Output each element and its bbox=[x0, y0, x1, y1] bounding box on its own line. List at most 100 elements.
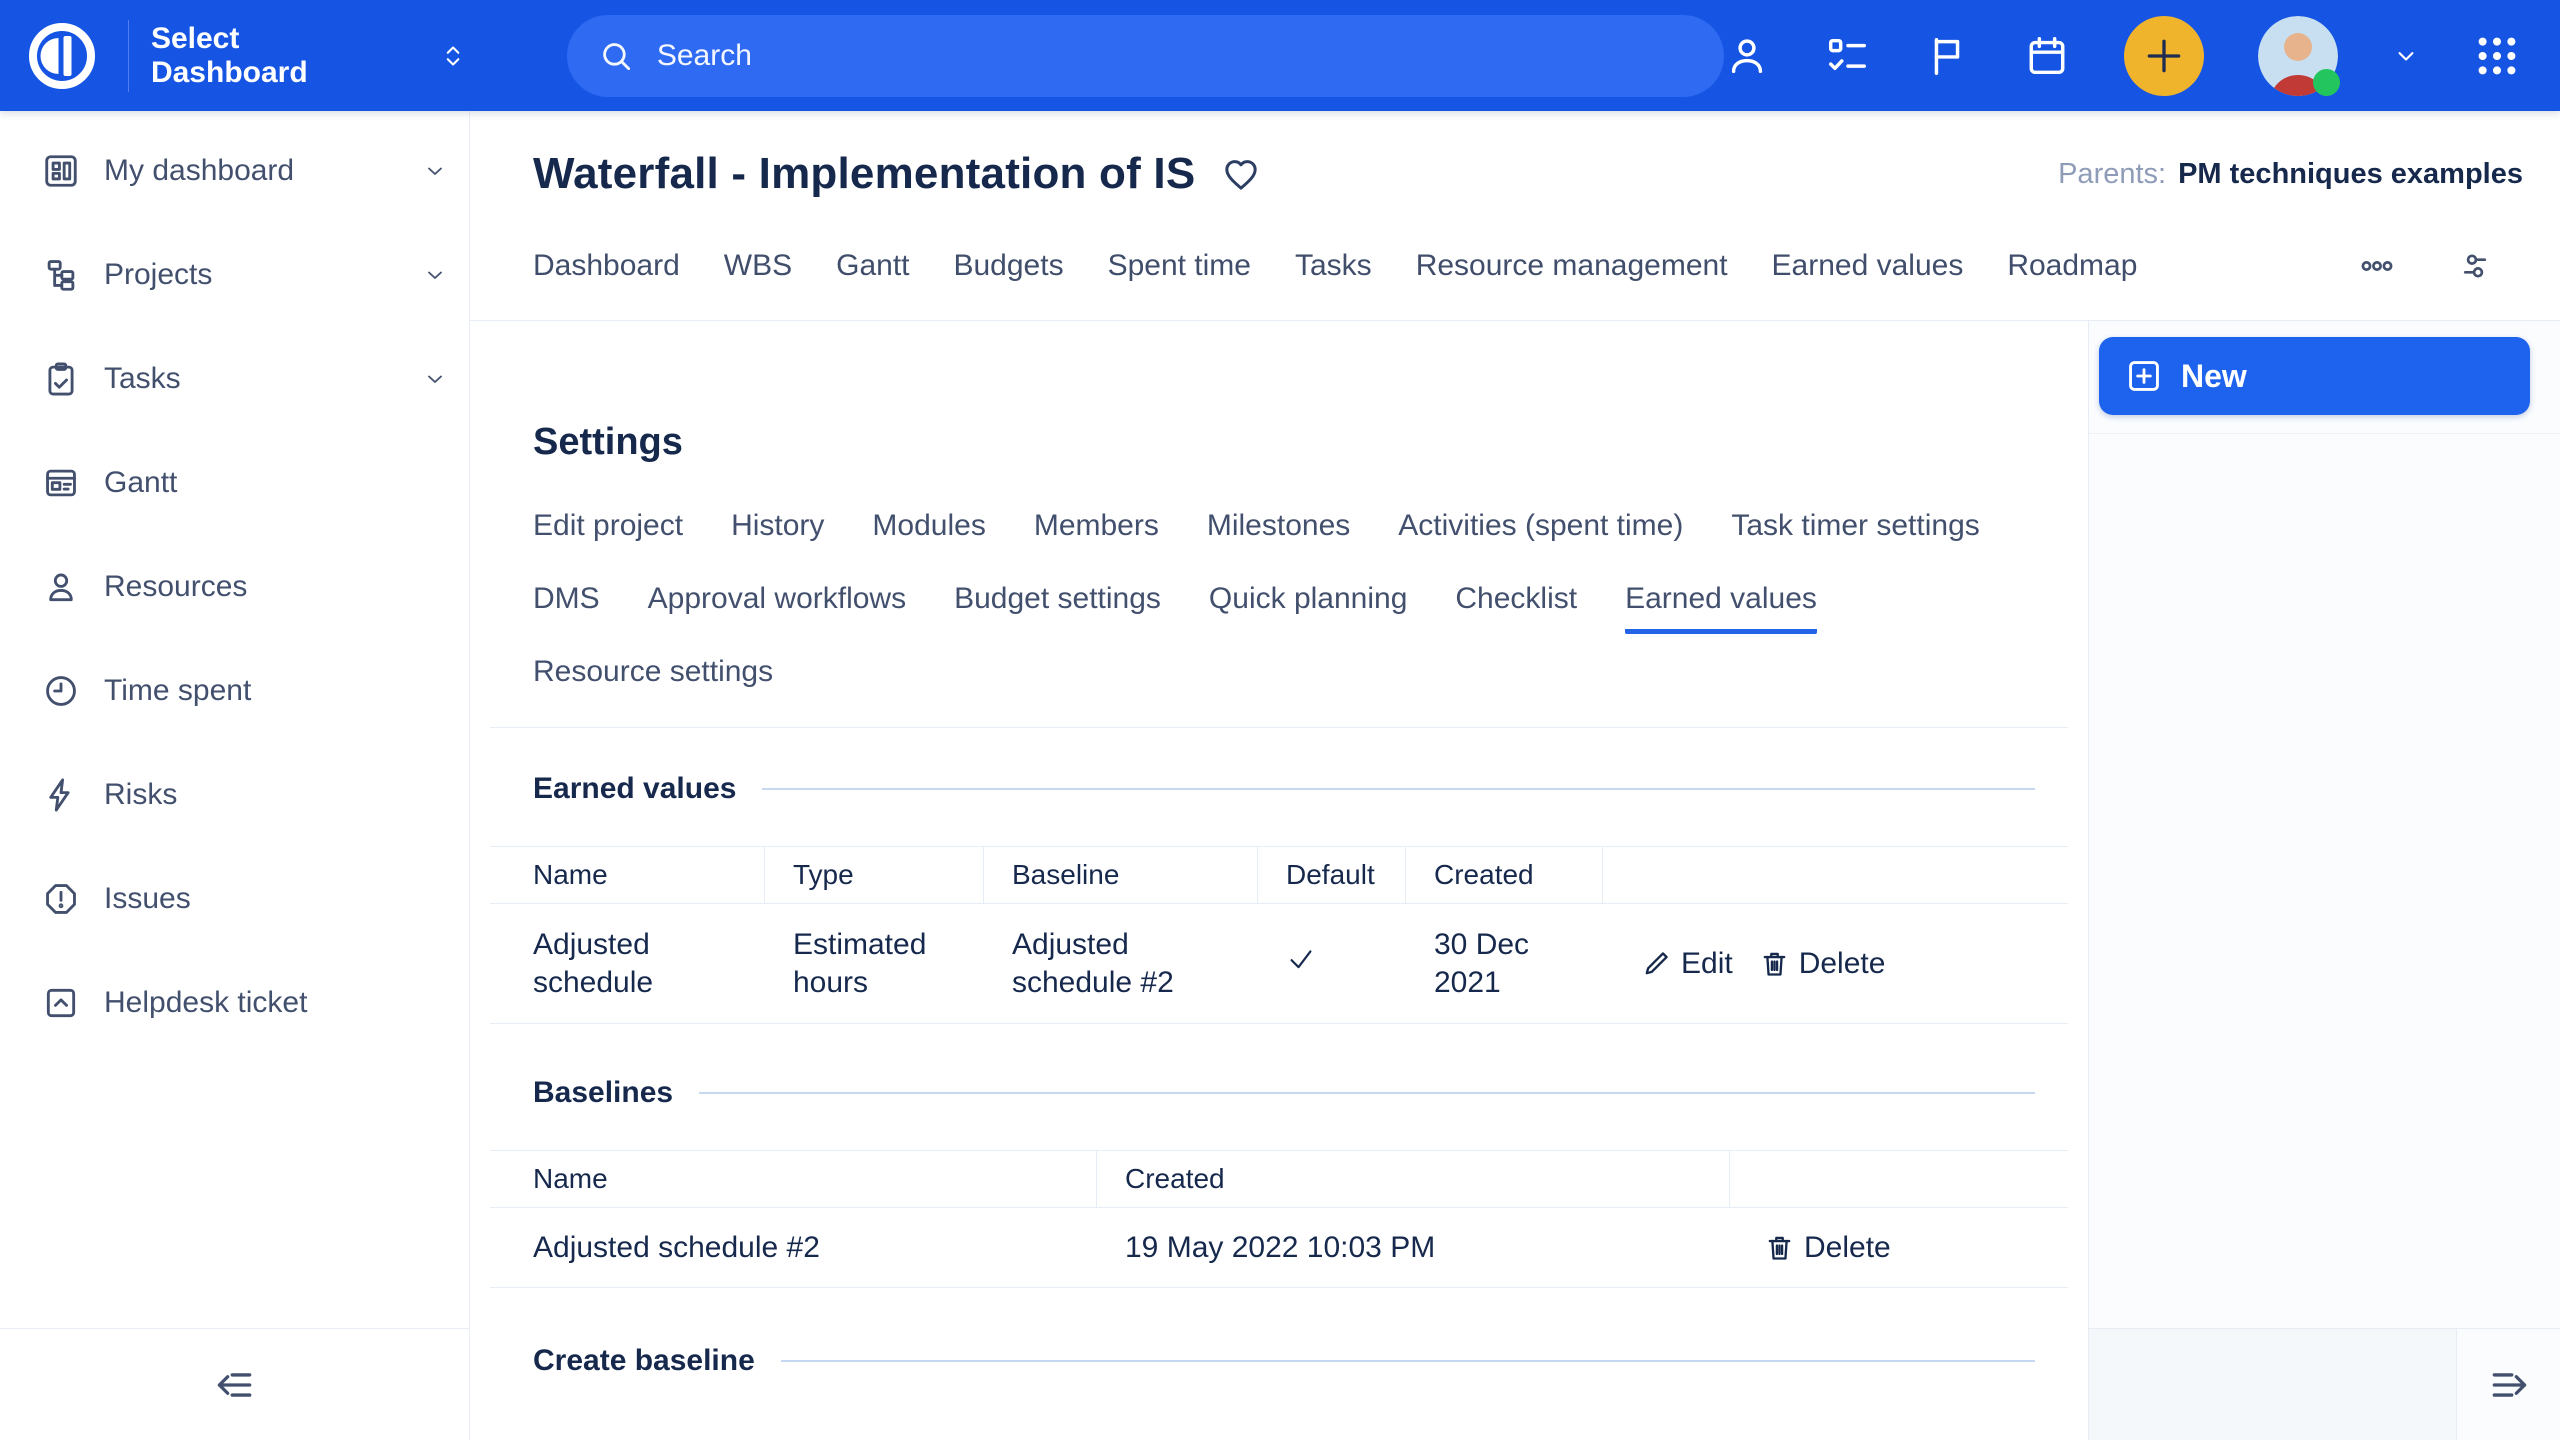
projects-tree-icon bbox=[42, 256, 80, 294]
tab-resource-management[interactable]: Resource management bbox=[1416, 249, 1728, 283]
app-logo-icon[interactable] bbox=[22, 16, 102, 96]
create-baseline-section-heading: Create baseline bbox=[533, 1344, 2035, 1378]
settings-link-milestones[interactable]: Milestones bbox=[1207, 508, 1350, 561]
divider bbox=[490, 727, 2068, 728]
sidebar-item-resources[interactable]: Resources bbox=[0, 535, 469, 639]
page-title: Waterfall - Implementation of IS bbox=[533, 149, 1195, 199]
column-header-default: Default bbox=[1258, 847, 1406, 903]
apps-grid-icon[interactable] bbox=[2474, 33, 2520, 79]
table-row: Adjusted schedule #2 19 May 2022 10:03 P… bbox=[490, 1208, 2068, 1288]
sidebar-item-issues[interactable]: Issues bbox=[0, 847, 469, 951]
ev-name-cell: Adjusted schedule bbox=[490, 912, 765, 1016]
delete-button[interactable]: Delete bbox=[1759, 945, 1886, 983]
settings-link-edit-project[interactable]: Edit project bbox=[533, 508, 683, 561]
settings-link-modules[interactable]: Modules bbox=[872, 508, 985, 561]
earned-values-section-heading: Earned values bbox=[533, 772, 2035, 806]
settings-link-members[interactable]: Members bbox=[1034, 508, 1159, 561]
trash-icon bbox=[1759, 948, 1790, 979]
clock-icon bbox=[42, 672, 80, 710]
settings-link-checklist[interactable]: Checklist bbox=[1455, 581, 1577, 634]
settings-nav: Edit project History Modules Members Mil… bbox=[533, 508, 2025, 707]
edit-button[interactable]: Edit bbox=[1641, 945, 1733, 983]
tab-earned-values[interactable]: Earned values bbox=[1772, 249, 1964, 283]
tab-spent-time[interactable]: Spent time bbox=[1108, 249, 1251, 283]
topbar-separator bbox=[128, 20, 129, 92]
profile-icon[interactable] bbox=[1724, 33, 1770, 79]
heading-rule bbox=[762, 788, 2035, 790]
sidebar-item-gantt[interactable]: Gantt bbox=[0, 431, 469, 535]
column-header-actions bbox=[1730, 1151, 2068, 1207]
ev-created-cell: 30 Dec 2021 bbox=[1406, 912, 1603, 1016]
baselines-section-heading: Baselines bbox=[533, 1076, 2035, 1110]
ev-baseline-cell: Adjusted schedule #2 bbox=[984, 912, 1258, 1016]
settings-link-resource-settings[interactable]: Resource settings bbox=[533, 654, 773, 707]
sidebar-item-risks[interactable]: Risks bbox=[0, 743, 469, 847]
plus-square-icon bbox=[2125, 357, 2163, 395]
ev-default-cell bbox=[1258, 930, 1406, 998]
baselines-table: Name Created Adjusted schedule #2 19 May… bbox=[490, 1150, 2068, 1288]
settings-link-quick-planning[interactable]: Quick planning bbox=[1209, 581, 1407, 634]
plus-icon bbox=[2142, 34, 2186, 78]
tab-tasks[interactable]: Tasks bbox=[1295, 249, 1372, 283]
calendar-icon[interactable] bbox=[2024, 33, 2070, 79]
settings-link-budget-settings[interactable]: Budget settings bbox=[954, 581, 1161, 634]
footer-spacer bbox=[2089, 1329, 2456, 1440]
settings-link-dms[interactable]: DMS bbox=[533, 581, 600, 634]
settings-link-task-timer[interactable]: Task timer settings bbox=[1731, 508, 1979, 561]
settings-link-earned-values-active[interactable]: Earned values bbox=[1625, 581, 1817, 634]
sidebar-item-projects[interactable]: Projects bbox=[0, 223, 469, 327]
settings-link-activities[interactable]: Activities (spent time) bbox=[1398, 508, 1683, 561]
column-header-name: Name bbox=[490, 1151, 1097, 1207]
sidebar-item-my-dashboard[interactable]: My dashboard bbox=[0, 119, 469, 223]
tab-dashboard[interactable]: Dashboard bbox=[533, 249, 680, 283]
right-panel: New bbox=[2088, 321, 2560, 1440]
tab-roadmap[interactable]: Roadmap bbox=[2007, 249, 2137, 283]
more-tabs-icon[interactable] bbox=[2359, 248, 2395, 284]
new-button[interactable]: New bbox=[2099, 337, 2530, 415]
pencil-icon bbox=[1641, 948, 1672, 979]
tab-wbs[interactable]: WBS bbox=[724, 249, 792, 283]
search-bar[interactable] bbox=[567, 15, 1724, 97]
column-header-baseline: Baseline bbox=[984, 847, 1258, 903]
table-row: Adjusted schedule Estimated hours Adjust… bbox=[490, 904, 2068, 1024]
column-header-actions bbox=[1603, 847, 2068, 903]
alert-octagon-icon bbox=[42, 880, 80, 918]
chevron-down-icon[interactable] bbox=[423, 367, 447, 391]
favorite-heart-icon[interactable] bbox=[1221, 154, 1261, 194]
baseline-created-cell: 19 May 2022 10:03 PM bbox=[1097, 1215, 1730, 1281]
sidebar-item-time-spent[interactable]: Time spent bbox=[0, 639, 469, 743]
search-icon bbox=[597, 37, 635, 75]
dashboard-icon bbox=[42, 152, 80, 190]
add-new-button[interactable] bbox=[2124, 16, 2204, 96]
settings-link-history[interactable]: History bbox=[731, 508, 824, 561]
tab-gantt[interactable]: Gantt bbox=[836, 249, 909, 283]
ev-type-cell: Estimated hours bbox=[765, 912, 984, 1016]
search-input[interactable] bbox=[657, 39, 1694, 73]
settings-page: Settings Edit project History Modules Me… bbox=[470, 321, 2088, 1440]
parent-project-link[interactable]: PM techniques examples bbox=[2178, 158, 2523, 191]
my-tasks-icon[interactable] bbox=[1824, 33, 1870, 79]
dashboard-selector[interactable]: Select Dashboard bbox=[151, 22, 467, 90]
delete-button[interactable]: Delete bbox=[1764, 1229, 1891, 1267]
page-options-sliders-icon[interactable] bbox=[2457, 248, 2493, 284]
heading-rule bbox=[781, 1360, 2035, 1362]
tab-budgets[interactable]: Budgets bbox=[953, 249, 1063, 283]
collapse-sidebar-icon[interactable] bbox=[209, 1363, 261, 1407]
sidebar-item-tasks[interactable]: Tasks bbox=[0, 327, 469, 431]
project-tabs: Dashboard WBS Gantt Budgets Spent time T… bbox=[533, 221, 2523, 311]
chevron-updown-icon bbox=[439, 41, 467, 71]
column-header-name: Name bbox=[490, 847, 765, 903]
expand-panel-icon[interactable] bbox=[2483, 1363, 2535, 1407]
user-avatar[interactable] bbox=[2258, 16, 2338, 96]
lightning-icon bbox=[42, 776, 80, 814]
sidebar: My dashboard Projects Tasks Gantt Resour… bbox=[0, 111, 470, 1440]
breadcrumb: Parents: PM techniques examples bbox=[2058, 158, 2523, 191]
sidebar-item-helpdesk-ticket[interactable]: Helpdesk ticket bbox=[0, 951, 469, 1055]
trash-icon bbox=[1764, 1232, 1795, 1263]
chevron-down-icon[interactable] bbox=[423, 263, 447, 287]
chevron-down-icon[interactable] bbox=[423, 159, 447, 183]
flag-icon[interactable] bbox=[1924, 33, 1970, 79]
column-header-created: Created bbox=[1406, 847, 1603, 903]
chevron-down-icon[interactable] bbox=[2392, 42, 2420, 70]
settings-link-approval-workflows[interactable]: Approval workflows bbox=[648, 581, 906, 634]
